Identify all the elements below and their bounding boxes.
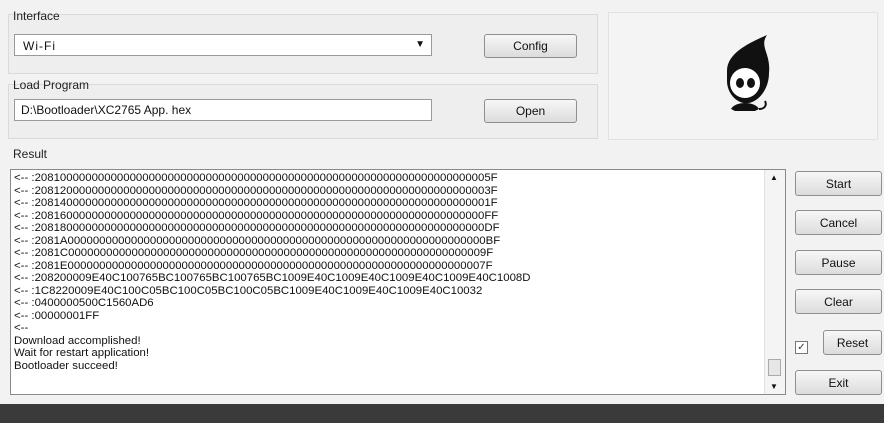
interface-dropdown[interactable]: Wi-Fi ▼ <box>14 34 432 56</box>
log-line: <-- :20818000000000000000000000000000000… <box>14 222 500 234</box>
log-line: <-- :20810000000000000000000000000000000… <box>14 172 498 184</box>
log-line: <-- :208200009E40C100765BC100765BC100765… <box>14 272 531 284</box>
bottom-bar <box>0 404 884 423</box>
reset-button[interactable]: Reset <box>823 330 882 355</box>
interface-selected-value: Wi-Fi <box>23 39 56 53</box>
log-line: <-- :2081E000000000000000000000000000000… <box>14 259 493 272</box>
result-log[interactable]: <-- :20810000000000000000000000000000000… <box>10 169 786 395</box>
checkmark-icon: ✓ <box>797 342 806 353</box>
log-line: <-- :1C8220009E40C100C05BC100C05BC100C05… <box>14 284 483 297</box>
log-line: <-- :2081A000000000000000000000000000000… <box>14 234 501 247</box>
log-line: Wait for restart application! <box>14 347 150 359</box>
open-button[interactable]: Open <box>484 99 577 123</box>
pause-button[interactable]: Pause <box>795 250 882 275</box>
log-line: Bootloader succeed! <box>14 359 118 372</box>
logo-panel <box>608 12 878 140</box>
log-line: <-- :20816000000000000000000000000000000… <box>14 209 499 222</box>
chevron-down-icon[interactable]: ▼ <box>415 39 425 50</box>
hooded-ghost-mascot-logo <box>727 35 770 111</box>
interface-label: Interface <box>13 9 60 23</box>
config-button[interactable]: Config <box>484 34 577 58</box>
result-scrollbar[interactable]: ▲ ▼ <box>764 170 785 394</box>
program-path-field[interactable] <box>14 99 432 121</box>
reset-checkbox[interactable]: ✓ <box>795 341 808 354</box>
clear-button[interactable]: Clear <box>795 289 882 314</box>
result-lines: <-- :20810000000000000000000000000000000… <box>14 172 764 372</box>
log-line: <-- <box>14 322 29 334</box>
load-program-label: Load Program <box>13 78 90 92</box>
log-line: <-- :20812000000000000000000000000000000… <box>14 184 498 197</box>
log-line: <-- :20814000000000000000000000000000000… <box>14 197 498 209</box>
result-label: Result <box>13 147 48 161</box>
start-button[interactable]: Start <box>795 171 882 196</box>
log-line: <-- :00000001FF <box>14 309 100 322</box>
program-path-input[interactable] <box>15 101 421 119</box>
scroll-down-arrow-icon[interactable]: ▼ <box>770 382 778 391</box>
log-line: <-- :0400000500C1560AD6 <box>14 297 154 309</box>
scroll-up-arrow-icon[interactable]: ▲ <box>770 173 778 182</box>
cancel-button[interactable]: Cancel <box>795 210 882 235</box>
log-line: Download accomplished! <box>14 334 141 347</box>
log-line: <-- :2081C000000000000000000000000000000… <box>14 247 494 259</box>
exit-button[interactable]: Exit <box>795 370 882 395</box>
scrollbar-thumb[interactable] <box>768 359 781 376</box>
